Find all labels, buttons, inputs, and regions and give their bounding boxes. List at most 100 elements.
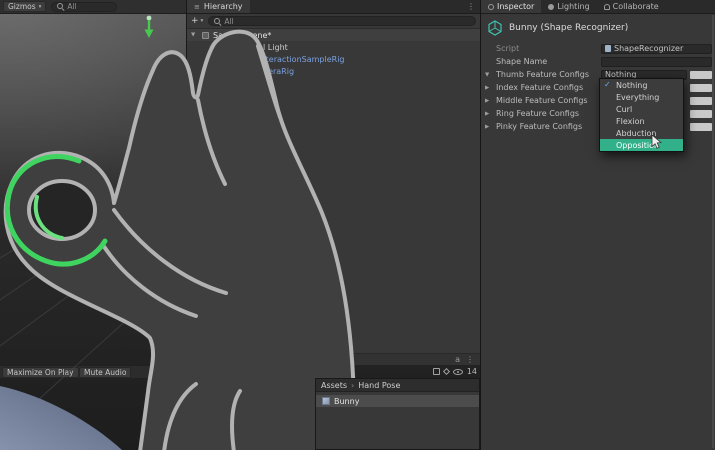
asset-cube-icon <box>322 397 330 405</box>
prefab-icon <box>222 55 229 63</box>
middle-configs-label: Middle Feature Configs <box>496 96 588 105</box>
hierarchy-tabbar: ≡ Hierarchy ⋮ <box>187 0 480 14</box>
hierarchy-item-sample-rig[interactable]: ▶ HandsInteractionSampleRig <box>187 53 480 65</box>
project-breadcrumb: Assets › Hand Pose <box>316 379 479 392</box>
brush-icon[interactable] <box>432 368 440 375</box>
option-flexion[interactable]: Flexion <box>600 115 683 127</box>
shape-name-label: Shape Name <box>496 57 548 66</box>
tab-label: Lighting <box>557 2 590 11</box>
option-abduction[interactable]: Abduction <box>600 127 683 139</box>
chevron-down-icon: ▾ <box>200 18 204 24</box>
gizmos-button[interactable]: Gizmos ▾ <box>3 1 47 12</box>
inspector-panel: Inspector Lighting Collaborate Bunny (Sh… <box>480 0 715 450</box>
size-field[interactable] <box>690 96 712 105</box>
component-title: Bunny (Shape Recognizer) <box>509 23 629 33</box>
kebab-menu-icon[interactable]: ⋮ <box>462 0 480 13</box>
foldout-closed-icon[interactable]: ▶ <box>211 68 218 74</box>
mute-audio-button[interactable]: Mute Audio <box>79 367 132 378</box>
option-label: Curl <box>616 104 633 114</box>
size-field[interactable] <box>690 109 712 118</box>
option-label: Nothing <box>616 80 648 90</box>
collaborate-icon <box>603 3 610 10</box>
script-value: ShapeRecognizer <box>614 44 684 53</box>
hierarchy-panel: ≡ Hierarchy ⋮ + ▾ All ▼ SampleScene* Dir… <box>186 0 480 365</box>
effects-icon[interactable] <box>442 367 450 376</box>
foldout-open-icon[interactable]: ▼ <box>191 32 198 38</box>
hierarchy-search-field[interactable]: All <box>208 16 476 26</box>
project-item-bunny[interactable]: Bunny <box>316 395 479 407</box>
project-item-label: Bunny <box>334 396 360 406</box>
option-nothing[interactable]: ✓ Nothing <box>600 79 683 91</box>
option-label: Everything <box>616 92 660 102</box>
scene-toolbar: Gizmos ▾ All <box>0 0 186 14</box>
tab-inspector[interactable]: Inspector <box>481 0 542 13</box>
inspector-tabbar: Inspector Lighting Collaborate <box>481 0 715 14</box>
tab-hierarchy[interactable]: ≡ Hierarchy <box>187 0 250 13</box>
mute-audio-label: Mute Audio <box>84 368 127 377</box>
script-icon <box>605 45 611 52</box>
gizmos-label: Gizmos <box>8 2 36 11</box>
foldout-closed-icon[interactable]: ▶ <box>485 98 489 104</box>
create-button[interactable]: + ▾ <box>191 16 203 26</box>
component-header: Bunny (Shape Recognizer) <box>481 14 715 42</box>
mouse-cursor-icon <box>651 135 663 149</box>
chevron-down-icon: ▾ <box>38 3 42 10</box>
hierarchy-bottom-bar: a ⋮ <box>187 353 480 365</box>
foldout-closed-icon[interactable]: ▶ <box>485 111 489 117</box>
breadcrumb-root[interactable]: Assets <box>321 381 347 390</box>
tab-collaborate[interactable]: Collaborate <box>597 0 666 13</box>
scene-overlay-icons: 14 <box>395 365 480 378</box>
shape-recognizer-icon <box>488 20 502 36</box>
breadcrumb-current[interactable]: Hand Pose <box>358 381 400 390</box>
hierarchy-title: Hierarchy <box>203 2 243 11</box>
scene-search-field[interactable]: All <box>51 1 118 12</box>
scene-asset-icon <box>202 31 209 39</box>
row-shape-name: Shape Name <box>481 55 715 68</box>
overlay-count: 14 <box>466 367 477 376</box>
enum-dropdown-popup: ✓ Nothing Everything Curl Flexion Abduct… <box>599 78 684 152</box>
size-field[interactable] <box>690 122 712 131</box>
check-icon: ✓ <box>604 80 611 89</box>
hierarchy-item-camera-rig[interactable]: ▶ OVRCameraRig <box>187 65 480 77</box>
hierarchy-item-label: SampleScene* <box>213 30 272 40</box>
option-curl[interactable]: Curl <box>600 103 683 115</box>
option-opposition[interactable]: Opposition <box>600 139 683 151</box>
maximize-on-play-button[interactable]: Maximize On Play <box>2 367 79 378</box>
tab-label: Collaborate <box>612 2 659 11</box>
foldout-open-icon[interactable]: ▼ <box>485 72 489 78</box>
hierarchy-item-directional-light[interactable]: Directional Light <box>187 41 480 53</box>
create-label: + <box>191 16 199 26</box>
script-object-field[interactable]: ShapeRecognizer <box>601 43 712 54</box>
index-configs-label: Index Feature Configs <box>496 83 584 92</box>
foldout-closed-icon[interactable]: ▶ <box>485 124 489 130</box>
inspector-icon <box>488 3 494 10</box>
inspector-scrollbar[interactable] <box>712 15 714 448</box>
prefab-icon <box>222 67 229 75</box>
ring-configs-label: Ring Feature Configs <box>496 109 580 118</box>
size-field[interactable] <box>690 70 712 79</box>
thumb-configs-label: Thumb Feature Configs <box>496 70 590 79</box>
row-script: Script ShapeRecognizer <box>481 42 715 55</box>
hierarchy-item-label: HandsInteractionSampleRig <box>233 54 345 64</box>
menu-icon: ≡ <box>194 2 200 11</box>
maximize-on-play-label: Maximize On Play <box>7 368 74 377</box>
hierarchy-item-scene[interactable]: ▼ SampleScene* <box>187 29 480 41</box>
kebab-menu-icon[interactable]: ⋮ <box>466 355 474 364</box>
visibility-icon[interactable] <box>452 368 463 375</box>
tab-lighting[interactable]: Lighting <box>541 0 596 13</box>
foldout-closed-icon[interactable]: ▶ <box>211 56 218 62</box>
search-icon <box>214 17 221 25</box>
chevron-right-icon: › <box>351 380 355 390</box>
scene-search-placeholder: All <box>67 2 77 11</box>
tab-label: Inspector <box>497 2 535 11</box>
game-view-toolbar: Maximize On Play Mute Audio <box>0 365 315 378</box>
hierarchy-toolbar: + ▾ All <box>187 14 480 29</box>
foldout-closed-icon[interactable]: ▶ <box>485 85 489 91</box>
hierarchy-item-label: Directional Light <box>222 42 288 52</box>
option-everything[interactable]: Everything <box>600 91 683 103</box>
size-field[interactable] <box>690 83 712 92</box>
shape-name-field[interactable] <box>601 56 712 67</box>
hierarchy-search-placeholder: All <box>224 16 234 26</box>
script-label: Script <box>496 44 520 53</box>
bottom-bar-label: a <box>455 355 460 364</box>
